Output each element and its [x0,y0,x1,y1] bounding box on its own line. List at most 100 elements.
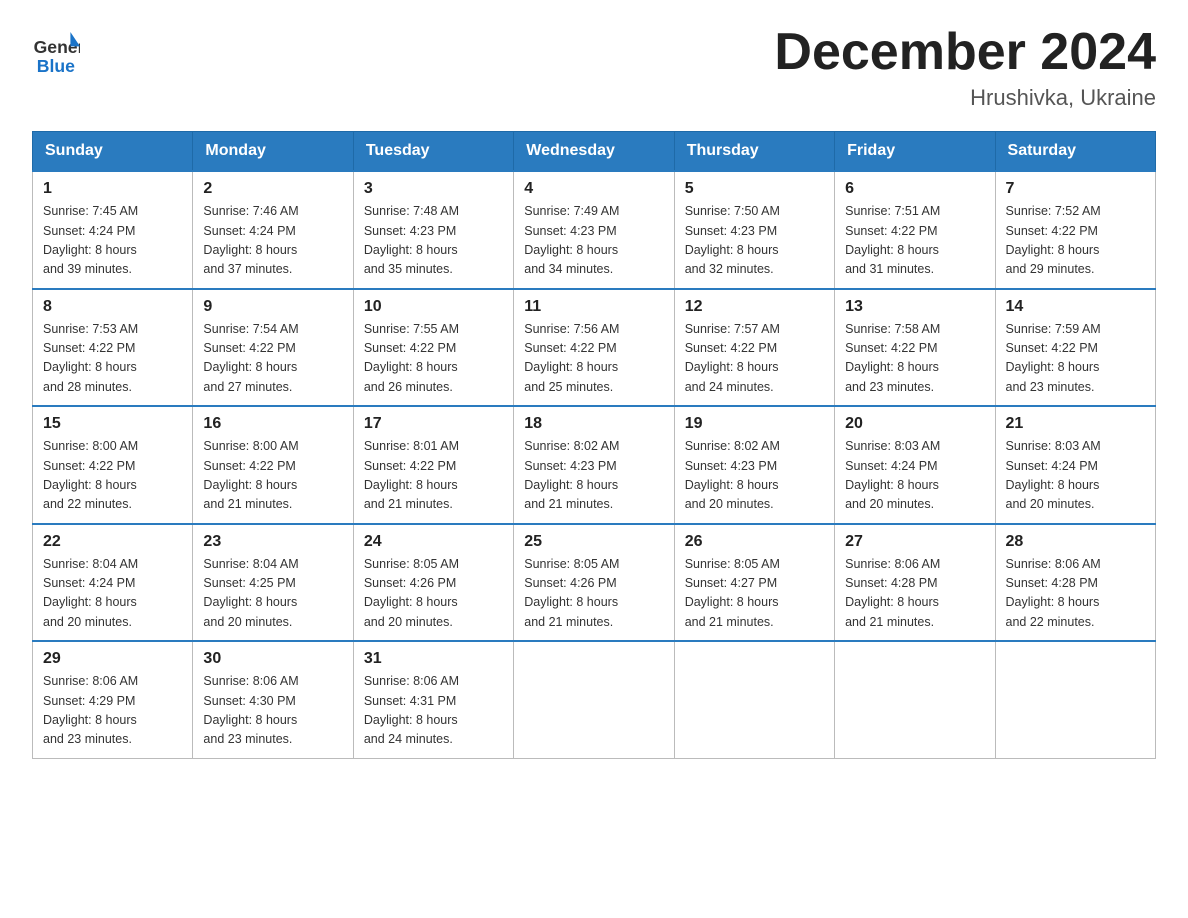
day-number: 28 [1006,533,1145,551]
day-header-sunday: Sunday [33,132,193,172]
day-info: Sunrise: 7:51 AMSunset: 4:22 PMDaylight:… [845,202,984,280]
day-info: Sunrise: 8:04 AMSunset: 4:24 PMDaylight:… [43,555,182,633]
day-info: Sunrise: 8:02 AMSunset: 4:23 PMDaylight:… [524,437,663,515]
calendar-cell: 4 Sunrise: 7:49 AMSunset: 4:23 PMDaylight… [514,171,674,289]
calendar-cell: 25 Sunrise: 8:05 AMSunset: 4:26 PMDayligh… [514,524,674,642]
day-info: Sunrise: 8:05 AMSunset: 4:26 PMDaylight:… [524,555,663,633]
logo: General Blue [32,24,80,80]
calendar-cell: 12Sunrise: 7:57 AMSunset: 4:22 PMDayligh… [674,289,834,407]
calendar-cell: 19 Sunrise: 8:02 AMSunset: 4:23 PMDayligh… [674,406,834,524]
day-number: 14 [1006,298,1145,316]
day-number: 24 [364,533,503,551]
logo-icon: General Blue [32,24,80,80]
day-info: Sunrise: 7:59 AMSunset: 4:22 PMDaylight:… [1006,320,1145,398]
day-number: 17 [364,415,503,433]
day-header-tuesday: Tuesday [353,132,513,172]
day-header-wednesday: Wednesday [514,132,674,172]
week-row-4: 22 Sunrise: 8:04 AMSunset: 4:24 PMDayligh… [33,524,1156,642]
week-row-2: 8 Sunrise: 7:53 AMSunset: 4:22 PMDaylight… [33,289,1156,407]
day-number: 30 [203,650,342,668]
calendar-cell: 8 Sunrise: 7:53 AMSunset: 4:22 PMDaylight… [33,289,193,407]
day-info: Sunrise: 8:02 AMSunset: 4:23 PMDaylight:… [685,437,824,515]
day-number: 16 [203,415,342,433]
day-number: 27 [845,533,984,551]
calendar-cell: 22 Sunrise: 8:04 AMSunset: 4:24 PMDayligh… [33,524,193,642]
calendar-cell: 1Sunrise: 7:45 AMSunset: 4:24 PMDaylight… [33,171,193,289]
day-number: 25 [524,533,663,551]
calendar-cell: 13 Sunrise: 7:58 AMSunset: 4:22 PMDayligh… [835,289,995,407]
day-number: 20 [845,415,984,433]
calendar-cell: 15 Sunrise: 8:00 AMSunset: 4:22 PMDayligh… [33,406,193,524]
calendar-cell: 16 Sunrise: 8:00 AMSunset: 4:22 PMDayligh… [193,406,353,524]
day-info: Sunrise: 8:05 AMSunset: 4:27 PMDaylight:… [685,555,824,633]
calendar-cell [995,641,1155,758]
day-number: 2 [203,180,342,198]
day-header-saturday: Saturday [995,132,1155,172]
day-number: 31 [364,650,503,668]
calendar-cell: 14 Sunrise: 7:59 AMSunset: 4:22 PMDayligh… [995,289,1155,407]
day-info: Sunrise: 8:03 AMSunset: 4:24 PMDaylight:… [1006,437,1145,515]
day-number: 18 [524,415,663,433]
day-info: Sunrise: 7:56 AMSunset: 4:22 PMDaylight:… [524,320,663,398]
day-number: 5 [685,180,824,198]
calendar-cell: 30Sunrise: 8:06 AMSunset: 4:30 PMDayligh… [193,641,353,758]
day-info: Sunrise: 8:05 AMSunset: 4:26 PMDaylight:… [364,555,503,633]
week-row-5: 29 Sunrise: 8:06 AMSunset: 4:29 PMDayligh… [33,641,1156,758]
day-info: Sunrise: 7:48 AMSunset: 4:23 PMDaylight:… [364,202,503,280]
day-number: 21 [1006,415,1145,433]
calendar-cell: 23Sunrise: 8:04 AMSunset: 4:25 PMDayligh… [193,524,353,642]
day-number: 3 [364,180,503,198]
calendar-cell: 18 Sunrise: 8:02 AMSunset: 4:23 PMDayligh… [514,406,674,524]
day-info: Sunrise: 8:06 AMSunset: 4:29 PMDaylight:… [43,672,182,750]
day-info: Sunrise: 8:06 AMSunset: 4:28 PMDaylight:… [845,555,984,633]
day-number: 8 [43,298,182,316]
location: Hrushivka, Ukraine [774,85,1156,111]
calendar-cell: 10 Sunrise: 7:55 AMSunset: 4:22 PMDayligh… [353,289,513,407]
day-number: 13 [845,298,984,316]
day-info: Sunrise: 7:55 AMSunset: 4:22 PMDaylight:… [364,320,503,398]
calendar-cell: 27 Sunrise: 8:06 AMSunset: 4:28 PMDayligh… [835,524,995,642]
day-info: Sunrise: 8:03 AMSunset: 4:24 PMDaylight:… [845,437,984,515]
calendar-cell: 28 Sunrise: 8:06 AMSunset: 4:28 PMDayligh… [995,524,1155,642]
day-number: 19 [685,415,824,433]
day-info: Sunrise: 7:53 AMSunset: 4:22 PMDaylight:… [43,320,182,398]
calendar-cell [514,641,674,758]
calendar-cell: 3 Sunrise: 7:48 AMSunset: 4:23 PMDaylight… [353,171,513,289]
day-info: Sunrise: 8:06 AMSunset: 4:31 PMDaylight:… [364,672,503,750]
calendar-cell: 17 Sunrise: 8:01 AMSunset: 4:22 PMDayligh… [353,406,513,524]
day-header-thursday: Thursday [674,132,834,172]
page-header: General Blue December 2024 Hrushivka, Uk… [32,24,1156,111]
day-number: 15 [43,415,182,433]
day-header-monday: Monday [193,132,353,172]
day-info: Sunrise: 8:00 AMSunset: 4:22 PMDaylight:… [203,437,342,515]
day-number: 29 [43,650,182,668]
day-number: 10 [364,298,503,316]
day-number: 1 [43,180,182,198]
day-info: Sunrise: 7:50 AMSunset: 4:23 PMDaylight:… [685,202,824,280]
title-section: December 2024 Hrushivka, Ukraine [774,24,1156,111]
calendar-cell: 11 Sunrise: 7:56 AMSunset: 4:22 PMDayligh… [514,289,674,407]
day-number: 22 [43,533,182,551]
day-info: Sunrise: 7:58 AMSunset: 4:22 PMDaylight:… [845,320,984,398]
month-title: December 2024 [774,24,1156,81]
calendar-cell: 5 Sunrise: 7:50 AMSunset: 4:23 PMDaylight… [674,171,834,289]
calendar-cell: 24 Sunrise: 8:05 AMSunset: 4:26 PMDayligh… [353,524,513,642]
day-info: Sunrise: 8:01 AMSunset: 4:22 PMDaylight:… [364,437,503,515]
calendar-cell: 29 Sunrise: 8:06 AMSunset: 4:29 PMDayligh… [33,641,193,758]
calendar-cell: 9Sunrise: 7:54 AMSunset: 4:22 PMDaylight… [193,289,353,407]
day-number: 7 [1006,180,1145,198]
day-info: Sunrise: 8:06 AMSunset: 4:28 PMDaylight:… [1006,555,1145,633]
day-info: Sunrise: 7:46 AMSunset: 4:24 PMDaylight:… [203,202,342,280]
calendar-cell [835,641,995,758]
day-info: Sunrise: 8:04 AMSunset: 4:25 PMDaylight:… [203,555,342,633]
day-number: 11 [524,298,663,316]
day-info: Sunrise: 7:49 AMSunset: 4:23 PMDaylight:… [524,202,663,280]
calendar-cell: 26 Sunrise: 8:05 AMSunset: 4:27 PMDayligh… [674,524,834,642]
day-info: Sunrise: 8:00 AMSunset: 4:22 PMDaylight:… [43,437,182,515]
day-number: 4 [524,180,663,198]
day-number: 26 [685,533,824,551]
day-header-friday: Friday [835,132,995,172]
calendar-cell [674,641,834,758]
day-info: Sunrise: 7:52 AMSunset: 4:22 PMDaylight:… [1006,202,1145,280]
calendar-cell: 2 Sunrise: 7:46 AMSunset: 4:24 PMDaylight… [193,171,353,289]
